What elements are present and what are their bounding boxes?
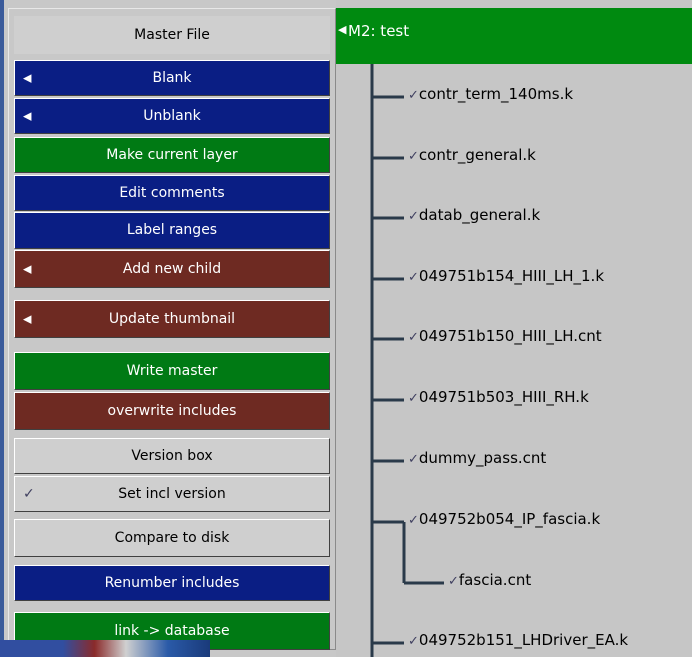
compare-to-disk-button[interactable]: Compare to disk: [14, 519, 330, 557]
add-new-child-button[interactable]: ◀ Add new child: [14, 250, 330, 288]
check-icon: ✓: [408, 270, 419, 285]
triangle-left-icon: ◀: [23, 262, 32, 276]
overwrite-includes-button[interactable]: overwrite includes: [14, 392, 330, 430]
check-icon: ✓: [23, 486, 35, 502]
triangle-left-icon: ◀: [338, 23, 347, 36]
check-icon: ✓: [408, 330, 419, 345]
check-icon: ✓: [408, 209, 419, 224]
label-ranges-label: Label ranges: [126, 222, 218, 238]
renumber-includes-button[interactable]: Renumber includes: [14, 565, 330, 601]
edit-comments-label: Edit comments: [119, 185, 225, 201]
blank-button[interactable]: ◀ Blank: [14, 60, 330, 96]
menu-title: Master File: [14, 16, 330, 54]
check-icon: ✓: [408, 513, 419, 528]
tree-node-label: 049751b154_HIII_LH_1.k: [418, 267, 605, 285]
tree-node[interactable]: ✓049751b503_HIII_RH.k: [408, 388, 589, 406]
version-box-label: Version box: [131, 448, 213, 464]
check-icon: ✓: [408, 88, 419, 103]
tree-node[interactable]: ✓contr_term_140ms.k: [408, 85, 573, 103]
check-icon: ✓: [408, 149, 419, 164]
label-ranges-button[interactable]: Label ranges: [14, 212, 330, 249]
renumber-includes-label: Renumber includes: [104, 575, 240, 591]
tree-node[interactable]: ✓049752b151_LHDriver_EA.k: [408, 631, 628, 649]
edit-comments-button[interactable]: Edit comments: [14, 175, 330, 211]
tree-node-child[interactable]: ✓fascia.cnt: [448, 571, 531, 589]
tree-node[interactable]: ✓049751b154_HIII_LH_1.k: [408, 267, 604, 285]
make-current-layer-label: Make current layer: [106, 147, 238, 163]
version-box-button[interactable]: Version box: [14, 438, 330, 474]
compare-to-disk-label: Compare to disk: [114, 530, 230, 546]
tree-node-label: fascia.cnt: [458, 571, 532, 589]
master-file-menu: Master File ◀ Blank ◀ Unblank Make curre…: [0, 0, 336, 657]
tree-root-node[interactable]: ◀ M2: test: [336, 8, 692, 64]
overwrite-includes-label: overwrite includes: [107, 403, 237, 419]
add-new-child-label: Add new child: [122, 261, 222, 277]
tree-node-label: dummy_pass.cnt: [418, 449, 547, 467]
tree-node[interactable]: ✓dummy_pass.cnt: [408, 449, 546, 467]
tree-node-label: contr_general.k: [418, 146, 536, 164]
tree-node-label: 049752b054_IP_fascia.k: [418, 510, 601, 528]
triangle-left-icon: ◀: [23, 109, 32, 123]
tree-node[interactable]: ✓049751b150_HIII_LH.cnt: [408, 327, 602, 345]
tree-node[interactable]: ✓contr_general.k: [408, 146, 536, 164]
triangle-left-icon: ◀: [23, 71, 32, 85]
set-incl-version-label: Set incl version: [118, 486, 226, 502]
update-thumbnail-label: Update thumbnail: [108, 311, 236, 327]
check-icon: ✓: [408, 634, 419, 649]
set-incl-version-toggle[interactable]: ✓ Set incl version: [14, 476, 330, 512]
check-icon: ✓: [408, 452, 419, 467]
tree-node-label: contr_term_140ms.k: [418, 85, 574, 103]
write-master-button[interactable]: Write master: [14, 352, 330, 390]
tree-node-label: 049752b151_LHDriver_EA.k: [418, 631, 629, 649]
check-icon: ✓: [448, 574, 459, 589]
window-edge: [0, 0, 4, 657]
update-thumbnail-button[interactable]: ◀ Update thumbnail: [14, 300, 330, 338]
triangle-left-icon: ◀: [23, 312, 32, 326]
tree-node-label: 049751b150_HIII_LH.cnt: [418, 327, 602, 345]
tree-node-label: datab_general.k: [418, 206, 541, 224]
include-tree: ✓contr_term_140ms.k ✓contr_general.k ✓da…: [336, 64, 692, 657]
make-current-layer-button[interactable]: Make current layer: [14, 137, 330, 173]
tree-node-label: 049751b503_HIII_RH.k: [418, 388, 589, 406]
tree-root-label: M2: test: [348, 22, 410, 40]
check-icon: ✓: [408, 391, 419, 406]
background-image-fragment: [0, 640, 210, 657]
tree-node[interactable]: ✓049752b054_IP_fascia.k: [408, 510, 600, 528]
write-master-label: Write master: [126, 363, 218, 379]
unblank-button[interactable]: ◀ Unblank: [14, 98, 330, 134]
tree-node[interactable]: ✓datab_general.k: [408, 206, 540, 224]
blank-label: Blank: [152, 70, 192, 86]
unblank-label: Unblank: [143, 108, 201, 124]
